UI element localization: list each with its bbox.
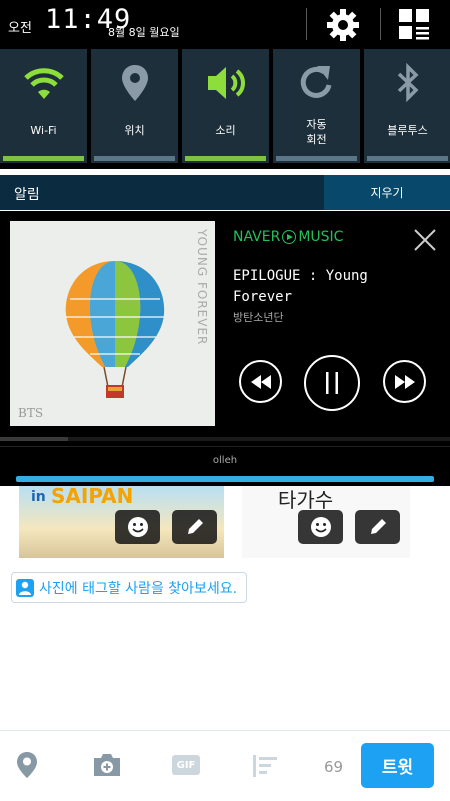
toggle-indicator-off [276, 156, 357, 161]
toggle-label: Wi-Fi [30, 124, 57, 137]
thumbnail-text: SAIPAN [51, 486, 134, 508]
character-count: 69 [324, 758, 344, 776]
pencil-icon [187, 519, 203, 534]
bluetooth-icon [364, 63, 450, 103]
brand-music: MUSIC [298, 229, 344, 245]
person-icon [16, 578, 34, 597]
hot-air-balloon-image [65, 261, 165, 398]
location-pin-icon [91, 63, 178, 103]
fast-forward-icon [394, 374, 415, 389]
playback-progress-bar[interactable] [0, 437, 450, 441]
thumbnail-text: in [31, 489, 46, 505]
close-icon[interactable] [412, 227, 438, 253]
rewind-icon [250, 374, 271, 389]
next-track-button[interactable] [383, 360, 426, 403]
notification-header: 알림 지우기 [0, 175, 450, 210]
previous-track-button[interactable] [239, 360, 282, 403]
tag-people-button[interactable]: 사진에 태그할 사람을 찾아보세요. [11, 572, 248, 603]
quick-settings-panel: Wi-Fi 위치 소리 자동 회전 블루투스 [0, 47, 450, 169]
tag-prompt-text: 사진에 태그할 사람을 찾아보세요. [39, 580, 238, 597]
carrier-label: olleh [0, 446, 450, 477]
toggle-indicator-off [94, 156, 175, 161]
song-title: EPILOGUE : Young Forever [233, 268, 368, 305]
status-bar: 오전 11:49 8월 8일 월요일 [0, 0, 450, 47]
toggle-wifi[interactable]: Wi-Fi [0, 49, 87, 163]
wifi-icon [0, 63, 87, 103]
naver-music-logo: NAVER MUSIC [233, 229, 343, 245]
clear-notifications-button[interactable]: 지우기 [324, 175, 450, 210]
sticker-button[interactable] [115, 510, 160, 544]
pause-icon [326, 372, 338, 394]
toggle-sound[interactable]: 소리 [182, 49, 269, 163]
album-art: YOUNG FOREVER BTS [10, 221, 215, 426]
poll-icon[interactable] [253, 755, 279, 781]
edit-photo-button[interactable] [172, 510, 217, 544]
toggle-label: 소리 [215, 124, 236, 137]
divider [380, 8, 381, 40]
status-ampm: 오전 [8, 21, 32, 36]
settings-gear-icon[interactable] [326, 8, 360, 42]
thumbnail-text: 타가수 [278, 488, 334, 512]
notification-title: 알림 [14, 187, 40, 203]
toggle-location[interactable]: 위치 [91, 49, 178, 163]
artist-name: 방탄소년단 [233, 311, 284, 324]
gif-label: GIF [172, 755, 200, 775]
brand-naver: NAVER [233, 229, 281, 245]
pause-button[interactable] [304, 355, 360, 411]
album-art-title: YOUNG FOREVER [195, 229, 209, 346]
toggle-label: 블루투스 [387, 124, 428, 137]
rotate-icon [273, 63, 360, 103]
gif-icon[interactable]: GIF [172, 755, 200, 775]
tweet-button[interactable]: 트윗 [361, 743, 434, 788]
toggle-auto-rotate[interactable]: 자동 회전 [273, 49, 360, 163]
status-date: 8월 8일 월요일 [108, 26, 180, 39]
camera-icon[interactable] [92, 753, 122, 781]
playback-progress-fill [0, 437, 68, 441]
album-art-band: BTS [18, 406, 44, 420]
toggle-label: 자동 회전 [306, 118, 327, 146]
location-pin-icon[interactable] [16, 751, 38, 783]
play-circle-icon [282, 230, 297, 244]
smiley-icon [310, 517, 331, 537]
toggle-indicator-on [185, 156, 266, 161]
panel-drag-handle[interactable] [16, 476, 434, 482]
music-notification[interactable]: YOUNG FOREVER BTS NAVER MUSIC EPILOGUE :… [0, 211, 450, 446]
edit-photo-button[interactable] [355, 510, 400, 544]
toggle-label: 위치 [124, 124, 145, 137]
speaker-icon [182, 63, 269, 103]
toggle-bluetooth[interactable]: 블루투스 [364, 49, 450, 163]
smiley-icon [127, 517, 148, 537]
quick-panel-grid-icon[interactable] [398, 8, 430, 40]
pencil-icon [370, 519, 386, 534]
toggle-indicator-off [367, 156, 448, 161]
compose-toolbar: GIF 69 트윗 [0, 730, 450, 801]
sticker-button[interactable] [298, 510, 343, 544]
divider [306, 8, 307, 40]
toggle-indicator-on [3, 156, 84, 161]
